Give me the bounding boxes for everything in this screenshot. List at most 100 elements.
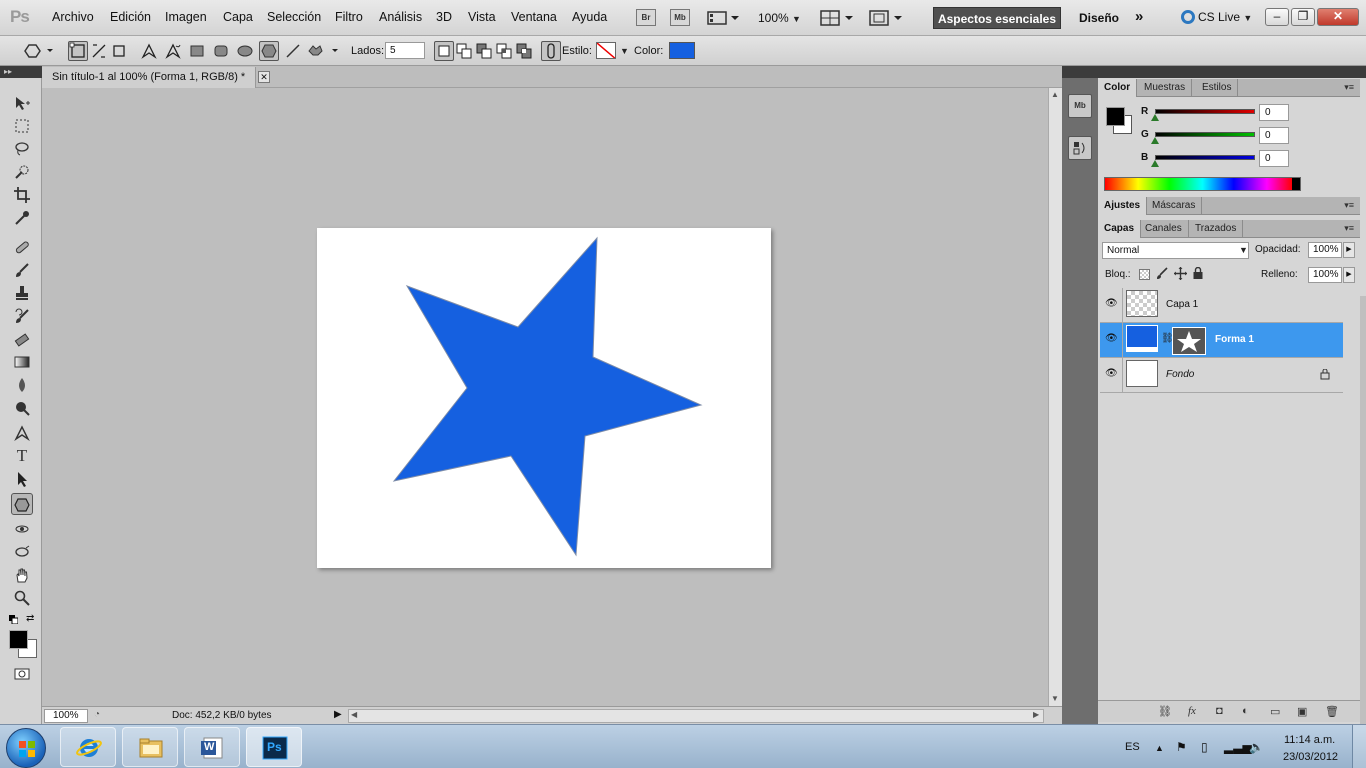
shape-color-swatch[interactable] [669,42,695,59]
lock-position-button[interactable] [1174,267,1187,283]
polygon-tool-button[interactable] [259,41,279,61]
panel-menu-icon[interactable]: ▾≡ [1344,223,1354,234]
link-style-button[interactable] [541,41,561,61]
history-panel-button[interactable] [1068,136,1092,160]
language-indicator[interactable]: ES [1125,741,1140,753]
layers-scrollbar[interactable] [1360,296,1366,724]
eye-icon[interactable]: 👁 [1105,368,1118,380]
new-layer-icon[interactable]: ▣ [1297,705,1307,718]
swap-colors-button[interactable]: ⇄ [26,613,34,624]
tools-panel-collapse[interactable]: ▸▸ [0,66,42,78]
shape-fill-thumbnail[interactable] [1126,325,1158,352]
tab-mascaras[interactable]: Máscaras [1146,197,1203,215]
eye-icon[interactable]: 👁 [1105,298,1118,310]
taskbar-internet-explorer[interactable] [60,727,116,767]
custom-shape-button[interactable] [305,41,339,61]
menu-capa[interactable]: Capa [223,10,253,24]
fill-slider-button[interactable]: ▶ [1343,267,1355,283]
clone-stamp-tool[interactable] [11,282,33,304]
quick-selection-tool[interactable] [11,161,33,183]
crop-tool[interactable] [11,184,33,206]
fill-pixels-button[interactable] [109,41,129,61]
line-tool-button[interactable] [283,41,303,61]
green-slider-thumb[interactable] [1151,137,1159,144]
new-shape-layer-button[interactable] [434,41,454,61]
star-shape[interactable] [392,236,703,557]
workspace-design-button[interactable]: Diseño [1079,11,1119,25]
shape-layers-button[interactable] [68,41,88,61]
tab-color[interactable]: Color [1098,79,1138,97]
close-button[interactable]: ✕ [1317,8,1359,26]
menu-imagen[interactable]: Imagen [165,10,207,24]
tab-ajustes[interactable]: Ajustes [1098,197,1148,215]
menu-edicion[interactable]: Edición [110,10,151,24]
tab-estilos[interactable]: Estilos [1196,79,1239,97]
rounded-rectangle-button[interactable] [211,41,231,61]
layer-row-fondo[interactable]: 👁 Fondo [1100,358,1343,393]
vertical-scrollbar[interactable]: ▲ ▼ [1048,88,1062,706]
freeform-pen-button[interactable] [163,41,183,61]
menu-archivo[interactable]: Archivo [52,10,94,24]
pen-tool[interactable] [11,422,33,444]
quick-mask-button[interactable] [11,663,33,685]
restore-button[interactable]: ❐ [1291,8,1315,26]
workspace-essentials-button[interactable]: Aspectos esenciales [933,7,1061,29]
brush-tool[interactable] [11,259,33,281]
3d-orbit-tool[interactable] [11,541,33,563]
opacity-field[interactable]: 100% [1308,242,1342,258]
ellipse-tool-button[interactable] [235,41,255,61]
volume-icon[interactable]: 🔈 [1249,740,1264,754]
panels-collapse-bar[interactable] [1098,66,1366,78]
subtract-shape-area-button[interactable] [474,41,494,61]
dodge-tool[interactable] [11,397,33,419]
marquee-tool[interactable] [11,115,33,137]
blue-slider[interactable] [1155,155,1255,160]
group-folder-icon[interactable]: ▭ [1270,705,1280,718]
layer-row-capa-1[interactable]: 👁 Capa 1 [1100,288,1343,323]
tab-trazados[interactable]: Trazados [1189,220,1244,238]
start-button[interactable] [6,728,46,768]
status-info-icon[interactable]: ◔ [94,709,100,720]
zoom-select[interactable]: 100% ▼ [758,11,801,25]
style-picker[interactable] [596,42,616,59]
add-mask-icon[interactable]: ◘ [1216,705,1223,717]
green-slider[interactable] [1155,132,1255,137]
menu-seleccion[interactable]: Selección [267,10,321,24]
intersect-shape-areas-button[interactable] [494,41,514,61]
lasso-tool[interactable] [11,138,33,160]
hand-tool[interactable] [11,564,33,586]
eraser-tool[interactable] [11,328,33,350]
polygon-tool[interactable] [11,493,33,515]
tool-preset-picker[interactable] [20,41,54,61]
close-document-button[interactable]: ✕ [258,71,270,83]
zoom-tool[interactable] [11,587,33,609]
vector-mask-thumbnail[interactable] [1172,327,1206,355]
minimize-button[interactable]: ‒ [1265,8,1289,26]
eye-icon[interactable]: 👁 [1105,333,1118,345]
dock-collapse[interactable] [1062,66,1098,78]
blue-slider-thumb[interactable] [1151,160,1159,167]
screen-mode-button[interactable] [869,10,903,29]
red-value-field[interactable]: 0 [1259,104,1289,121]
menu-analisis[interactable]: Análisis [379,10,422,24]
taskbar-photoshop[interactable]: Ps [246,727,302,767]
type-tool[interactable]: T [11,445,33,467]
status-menu-arrow-icon[interactable]: ▶ [334,709,342,720]
minibridge-button[interactable]: Mb [670,9,690,26]
action-center-flag-icon[interactable]: ⚑ [1176,740,1187,754]
layer-row-forma-1[interactable]: 👁 ⛓ Forma 1 [1100,323,1343,358]
lock-all-button[interactable] [1192,266,1204,283]
taskbar-explorer[interactable] [122,727,178,767]
add-shape-area-button[interactable] [454,41,474,61]
clock-date[interactable]: 23/03/2012 [1283,751,1338,763]
blend-mode-select[interactable]: Normal ▼ [1102,242,1249,259]
view-extras-button[interactable] [707,10,739,29]
opacity-slider-button[interactable]: ▶ [1343,242,1355,258]
chevron-down-icon[interactable]: ▼ [620,46,629,56]
scroll-left-icon[interactable]: ◀ [351,710,357,719]
taskbar-word[interactable]: W [184,727,240,767]
eyedropper-tool[interactable] [11,207,33,229]
pen-tool-button[interactable] [139,41,159,61]
tab-capas[interactable]: Capas [1098,220,1142,238]
gradient-tool[interactable] [11,351,33,373]
